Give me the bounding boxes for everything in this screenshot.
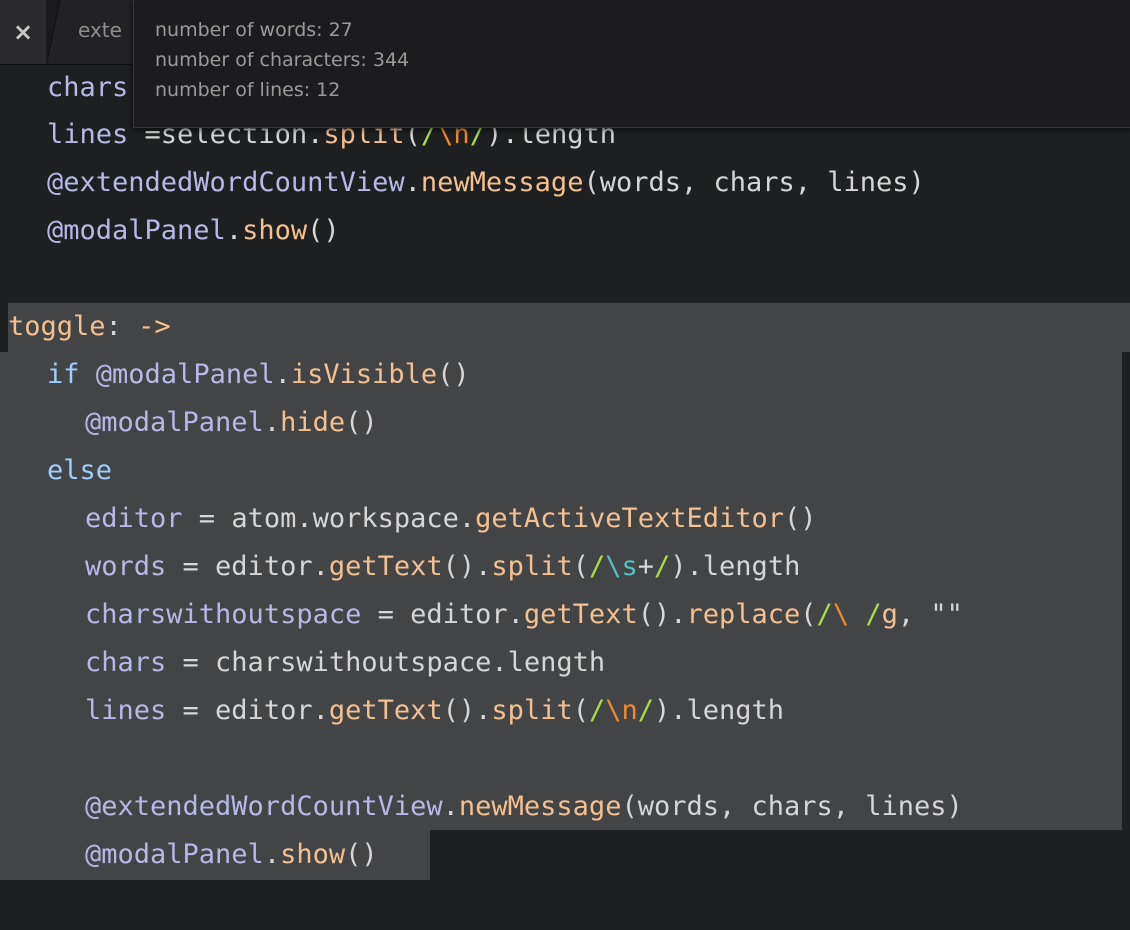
code-line: @modalPanel.show()	[85, 839, 378, 870]
code-line: charswithoutspace = editor.getText().rep…	[85, 599, 963, 630]
code-line: if @modalPanel.isVisible()	[47, 359, 470, 390]
code-line: @modalPanel.hide()	[85, 407, 378, 438]
code-line: words = editor.getText().split(/\s+/).le…	[85, 551, 801, 582]
word-count-text: number of words: 27	[155, 19, 353, 41]
code-line: editor = atom.workspace.getActiveTextEdi…	[85, 503, 817, 534]
code-line: @extendedWordCountView.newMessage(words,…	[47, 167, 925, 198]
code-line: @modalPanel.show()	[47, 215, 340, 246]
code-line: chars	[47, 72, 129, 103]
code-line: toggle: ->	[8, 311, 171, 342]
close-icon[interactable]: ×	[0, 0, 46, 64]
code-line: lines = editor.getText().split(/\n/).len…	[85, 695, 785, 726]
character-count-text: number of characters: 344	[155, 49, 410, 71]
code-line: chars = charswithoutspace.length	[85, 647, 606, 678]
code-editor[interactable]: chars lines =selection.split(/\n/).lengt…	[0, 0, 1130, 884]
code-line: else	[47, 455, 113, 486]
tab-title[interactable]: exte	[78, 18, 122, 42]
line-count-text: number of lines: 12	[155, 79, 341, 101]
word-count-panel: number of words: 27 number of characters…	[133, 0, 1130, 128]
code-line: @extendedWordCountView.newMessage(words,…	[85, 791, 963, 822]
